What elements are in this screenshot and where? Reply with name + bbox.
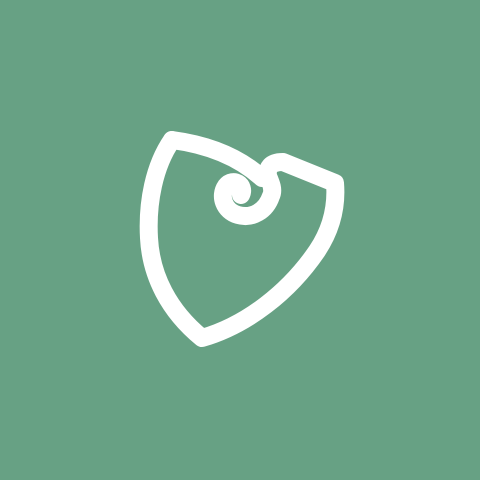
background [0, 0, 480, 480]
splash-screen [0, 0, 480, 480]
spiral-shield-icon [0, 0, 480, 480]
